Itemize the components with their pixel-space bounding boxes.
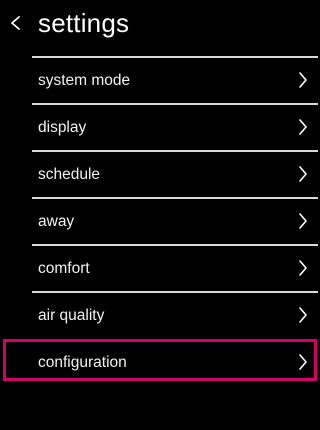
chevron-right-icon	[298, 353, 308, 371]
divider	[32, 197, 318, 199]
settings-menu: system mode display schedule away comfor…	[0, 56, 320, 385]
back-button[interactable]	[4, 8, 30, 38]
chevron-right-icon	[298, 118, 308, 136]
menu-item-label: air quality	[38, 307, 105, 324]
menu-item-configuration[interactable]: configuration	[0, 338, 320, 382]
divider	[32, 56, 318, 58]
menu-item-away[interactable]: away	[0, 197, 320, 241]
menu-item-label: away	[38, 213, 75, 230]
chevron-right-icon	[298, 165, 308, 183]
chevron-right-icon	[298, 259, 308, 277]
menu-item-air-quality[interactable]: air quality	[0, 291, 320, 335]
menu-item-label: comfort	[38, 260, 90, 277]
chevron-right-icon	[298, 212, 308, 230]
divider	[32, 244, 318, 246]
menu-item-schedule[interactable]: schedule	[0, 150, 320, 194]
header: settings	[0, 0, 320, 50]
menu-item-label: system mode	[38, 72, 131, 89]
menu-item-label: schedule	[38, 166, 101, 183]
chevron-left-icon	[4, 8, 30, 38]
divider	[32, 150, 318, 152]
menu-item-label: display	[38, 119, 87, 136]
menu-item-display[interactable]: display	[0, 103, 320, 147]
menu-item-system-mode[interactable]: system mode	[0, 56, 320, 100]
menu-item-comfort[interactable]: comfort	[0, 244, 320, 288]
divider	[32, 291, 318, 293]
divider	[32, 103, 318, 105]
page-title: settings	[38, 8, 130, 38]
chevron-right-icon	[298, 306, 308, 324]
chevron-right-icon	[298, 71, 308, 89]
menu-item-label: configuration	[38, 354, 127, 371]
